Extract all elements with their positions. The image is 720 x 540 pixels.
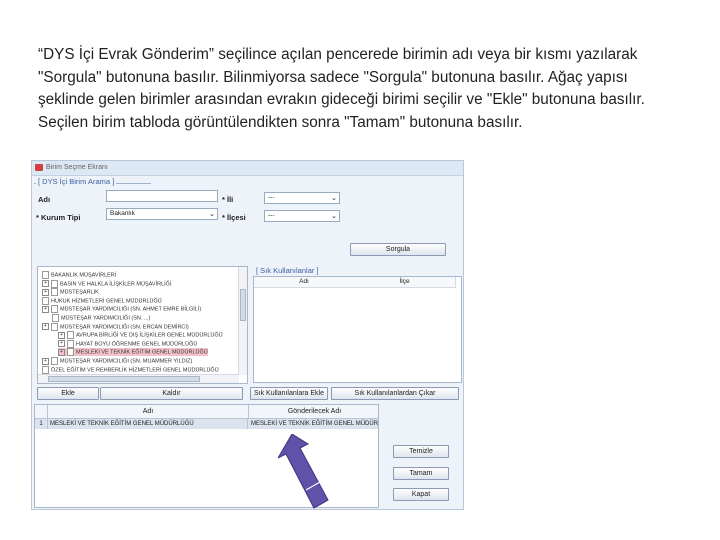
node-icon — [52, 314, 59, 322]
node-icon — [51, 279, 58, 288]
tree-item[interactable]: + MÜSTEŞARLIK — [42, 288, 99, 297]
window-titlebar: Birim Seçme Ekranı — [32, 161, 463, 176]
ilce-label: * İlçesi — [222, 213, 246, 222]
tree-item-label: BAKANLIK MÜŞAVİRLERİ — [51, 272, 117, 279]
node-icon — [51, 322, 58, 331]
tree-item[interactable]: + BASIN VE HALKLA İLİŞKİLER MÜŞAVİRLİĞİ — [42, 279, 172, 288]
tree-item-label: MÜSTEŞAR YARDIMCILIĞI (SN. ERCAN DEMİRCİ… — [60, 324, 189, 331]
tree-item[interactable]: + HAYAT BOYU ÖĞRENME GENEL MÜDÜRLÜĞÜ — [58, 339, 198, 348]
il-select[interactable]: --- ⌄ — [264, 192, 340, 204]
expand-toggle-icon[interactable]: + — [58, 348, 65, 356]
kurum-tipi-value: Bakanlık — [110, 210, 135, 217]
node-icon — [67, 331, 74, 340]
node-icon — [67, 339, 74, 348]
tree-item-label: HUKUK HİZMETLERİ GENEL MÜDÜRLÜĞÜ — [51, 298, 162, 305]
scroll-thumb[interactable] — [240, 289, 246, 321]
il-label: * İli — [222, 195, 234, 204]
tree-item[interactable]: ÖZEL EĞİTİM VE REHBERLİK HİZMETLERİ GENE… — [42, 365, 219, 374]
tree-item[interactable]: MÜSTEŞAR YARDIMCILIĞI (SN. ...) — [52, 314, 150, 322]
tree-item-label: MÜSTEŞAR YARDIMCILIĞI (SN. ...) — [61, 315, 151, 322]
tree-item-label: MÜSTEŞAR YARDIMCILIĞI (SN. AHMET EMRE Bİ… — [60, 306, 202, 313]
window-title: Birim Seçme Ekranı — [46, 164, 108, 171]
frequent-title: [ Sık Kullanılanlar ] — [255, 266, 320, 275]
frequent-col-adi[interactable]: Adı — [254, 277, 355, 288]
tree-item[interactable]: + AVRUPA BİRLİĞİ VE DIŞ İLİŞKİLER GENEL M… — [58, 331, 223, 340]
adi-input[interactable] — [106, 190, 218, 202]
tree-horizontal-scrollbar[interactable] — [38, 374, 239, 383]
node-icon — [51, 305, 58, 314]
grid-col-adi[interactable]: Adı — [48, 405, 249, 419]
chevron-down-icon: ⌄ — [331, 195, 337, 202]
il-value: --- — [268, 194, 275, 201]
kurum-tipi-label: * Kurum Tipi — [36, 213, 81, 222]
kapat-button[interactable]: Kapat — [393, 488, 449, 501]
ekle-button[interactable]: Ekle — [37, 387, 99, 400]
tree-item[interactable]: + MESLEKİ VE TEKNİK EĞİTİM GENEL MÜDÜRLÜĞ… — [58, 348, 208, 357]
grid-col-gonderilecek[interactable]: Gönderilecek Adı — [249, 405, 378, 419]
expand-toggle-icon[interactable]: + — [42, 357, 49, 365]
node-icon — [67, 348, 74, 357]
adi-label: Adı — [38, 195, 51, 204]
tree-item[interactable]: HUKUK HİZMETLERİ GENEL MÜDÜRLÜĞÜ — [42, 296, 162, 305]
row-gonderilecek: MESLEKİ VE TEKNİK EĞİTİM GENEL MÜDÜRLÜĞÜ — [251, 421, 379, 427]
chevron-down-icon: ⌄ — [331, 213, 337, 220]
frequent-list[interactable]: Adı İlçe — [253, 276, 462, 383]
node-icon — [42, 296, 49, 305]
sik-kullanilanlardan-cikar-button[interactable]: Sık Kullanılanlardan Çıkar — [331, 387, 459, 400]
kaldir-button[interactable]: Kaldır — [100, 387, 243, 400]
node-icon — [42, 271, 49, 279]
tree-item[interactable]: + MÜSTEŞAR YARDIMCILIĞI (SN. AHMET EMRE B… — [42, 305, 202, 314]
birim-secme-window: Birim Seçme Ekranı [ DYS İçi Birim Arama… — [31, 160, 464, 510]
tree-vertical-scrollbar[interactable] — [238, 267, 247, 375]
frequent-col-ilce[interactable]: İlçe — [354, 277, 456, 288]
instruction-text: “DYS İçi Evrak Gönderim” seçilince açıla… — [38, 46, 645, 131]
tree-item-label: HAYAT BOYU ÖĞRENME GENEL MÜDÜRLÜĞÜ — [76, 341, 198, 348]
expand-toggle-icon[interactable]: + — [42, 323, 49, 331]
grid-rownum-header — [35, 405, 48, 419]
tamam-button[interactable]: Tamam — [393, 467, 449, 480]
expand-toggle-icon[interactable]: + — [42, 280, 49, 288]
tree-item[interactable]: + MÜSTEŞAR YARDIMCILIĞI (SN. MUAMMER YILD… — [42, 357, 192, 365]
tree-item-label: BASIN VE HALKLA İLİŞKİLER MÜŞAVİRLİĞİ — [60, 281, 172, 288]
pointer-arrow-icon — [276, 433, 338, 512]
search-group-title: [ DYS İçi Birim Arama ] — [36, 177, 117, 186]
row-number: 1 — [35, 419, 48, 429]
node-icon — [51, 288, 58, 297]
expand-toggle-icon[interactable]: + — [58, 340, 65, 348]
row-adi: MESLEKİ VE TEKNİK EĞİTİM GENEL MÜDÜRLÜĞÜ — [48, 419, 248, 429]
tree-item[interactable]: + MÜSTEŞAR YARDIMCILIĞI (SN. ERCAN DEMİRC… — [42, 322, 189, 331]
node-icon — [42, 365, 49, 374]
pointer-arrow-svg — [276, 433, 329, 509]
temizle-button[interactable]: Temizle — [393, 445, 449, 458]
table-row[interactable]: 1 MESLEKİ VE TEKNİK EĞİTİM GENEL MÜDÜRLÜ… — [35, 419, 378, 429]
expand-toggle-icon[interactable]: + — [58, 331, 65, 339]
window-icon — [35, 164, 43, 171]
tree-item-label: MÜSTEŞAR YARDIMCILIĞI (SN. MUAMMER YILDI… — [60, 358, 193, 365]
unit-tree[interactable]: BAKANLIK MÜŞAVİRLERİ + BASIN VE HALKLA İLİ… — [37, 266, 248, 384]
sorgula-button[interactable]: Sorgula — [350, 243, 446, 256]
tree-item-label: MESLEKİ VE TEKNİK EĞİTİM GENEL MÜDÜRLÜĞÜ — [76, 349, 208, 356]
scroll-thumb[interactable] — [48, 376, 200, 382]
sik-kullanilanlara-ekle-button[interactable]: Sık Kullanılanlara Ekle — [250, 387, 328, 400]
node-icon — [51, 357, 58, 365]
ilce-value: --- — [268, 212, 275, 219]
expand-toggle-icon[interactable]: + — [42, 288, 49, 296]
tree-item[interactable]: BAKANLIK MÜŞAVİRLERİ — [42, 271, 116, 279]
tree-item-label: AVRUPA BİRLİĞİ VE DIŞ İLİŞKİLER GENEL MÜ… — [76, 332, 223, 339]
chevron-down-icon: ⌄ — [209, 211, 215, 218]
expand-toggle-icon[interactable]: + — [42, 305, 49, 313]
tree-item-label: MÜSTEŞARLIK — [60, 289, 99, 296]
ilce-select[interactable]: --- ⌄ — [264, 210, 340, 222]
kurum-tipi-select[interactable]: Bakanlık ⌄ — [106, 208, 218, 220]
tree-item-label: ÖZEL EĞİTİM VE REHBERLİK HİZMETLERİ GENE… — [51, 367, 219, 374]
